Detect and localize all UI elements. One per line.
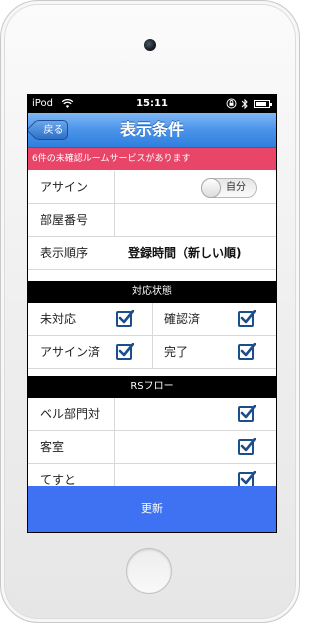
- flow-checkbox-bell[interactable]: [238, 405, 256, 422]
- flow-label-room: 客室: [40, 440, 65, 454]
- battery-icon: [254, 100, 272, 108]
- checkmark-icon: [118, 343, 134, 357]
- status-checkbox-assigned[interactable]: [116, 343, 134, 360]
- status-label-assigned: アサイン済: [40, 345, 101, 359]
- checkmark-icon: [240, 310, 256, 324]
- status-checkbox-confirmed[interactable]: [238, 310, 256, 327]
- assign-row: アサイン 自分: [28, 171, 276, 204]
- front-camera: [144, 39, 156, 51]
- row-divider: [114, 171, 115, 204]
- checkmark-icon: [240, 438, 256, 452]
- ipod-device: iPod 15:11 表示条件 戻る 6件の未確認ルームサービスがあります アサ…: [0, 0, 300, 623]
- back-button-label: 戻る: [43, 125, 64, 136]
- navigation-bar: 表示条件 戻る: [28, 113, 276, 148]
- bluetooth-icon: [241, 98, 248, 110]
- row-divider: [114, 431, 115, 464]
- row-divider: [114, 398, 115, 431]
- assign-self-toggle[interactable]: 自分: [201, 178, 257, 198]
- app-screen: iPod 15:11 表示条件 戻る 6件の未確認ルームサービスがあります アサ…: [27, 94, 277, 533]
- flow-section-header: RSフロー: [28, 376, 276, 398]
- toggle-knob: [201, 178, 221, 198]
- status-label-confirmed: 確認済: [164, 312, 201, 326]
- status-bar: iPod 15:11: [28, 95, 276, 113]
- room-number-row: 部屋番号: [28, 204, 276, 237]
- checkmark-icon: [118, 310, 134, 324]
- sort-order-value[interactable]: 登録時間（新しい順): [128, 237, 242, 270]
- status-row-2: アサイン済 完了: [28, 336, 276, 369]
- rotation-lock-icon: [226, 98, 237, 109]
- column-divider: [152, 303, 153, 336]
- checkmark-icon: [240, 471, 256, 485]
- checkmark-icon: [240, 405, 256, 419]
- flow-label-bell: ベル部門対: [40, 407, 101, 421]
- checkmark-icon: [240, 343, 256, 357]
- status-section-header: 対応状態: [28, 281, 276, 303]
- status-checkbox-unhandled[interactable]: [116, 310, 134, 327]
- sort-order-label: 表示順序: [40, 246, 89, 260]
- column-divider: [152, 336, 153, 369]
- status-label-completed: 完了: [164, 345, 189, 359]
- room-number-label: 部屋番号: [40, 213, 89, 227]
- home-button[interactable]: [126, 548, 172, 594]
- update-button[interactable]: 更新: [28, 486, 276, 532]
- sort-order-row[interactable]: 表示順序 登録時間（新しい順): [28, 237, 276, 270]
- clock: 15:11: [136, 98, 168, 109]
- flow-checkbox-room[interactable]: [238, 438, 256, 455]
- flow-row-room: 客室: [28, 431, 276, 464]
- assign-label: アサイン: [40, 180, 89, 194]
- status-row-1: 未対応 確認済: [28, 303, 276, 336]
- back-button[interactable]: 戻る: [34, 120, 68, 140]
- row-divider: [114, 204, 115, 237]
- flow-row-bell: ベル部門対: [28, 398, 276, 431]
- toggle-label: 自分: [226, 182, 246, 193]
- unconfirmed-notice-banner[interactable]: 6件の未確認ルームサービスがあります: [28, 148, 276, 170]
- status-checkbox-completed[interactable]: [238, 343, 256, 360]
- battery-level: [256, 102, 266, 106]
- status-label-unhandled: 未対応: [40, 312, 77, 326]
- room-number-input[interactable]: [116, 206, 272, 234]
